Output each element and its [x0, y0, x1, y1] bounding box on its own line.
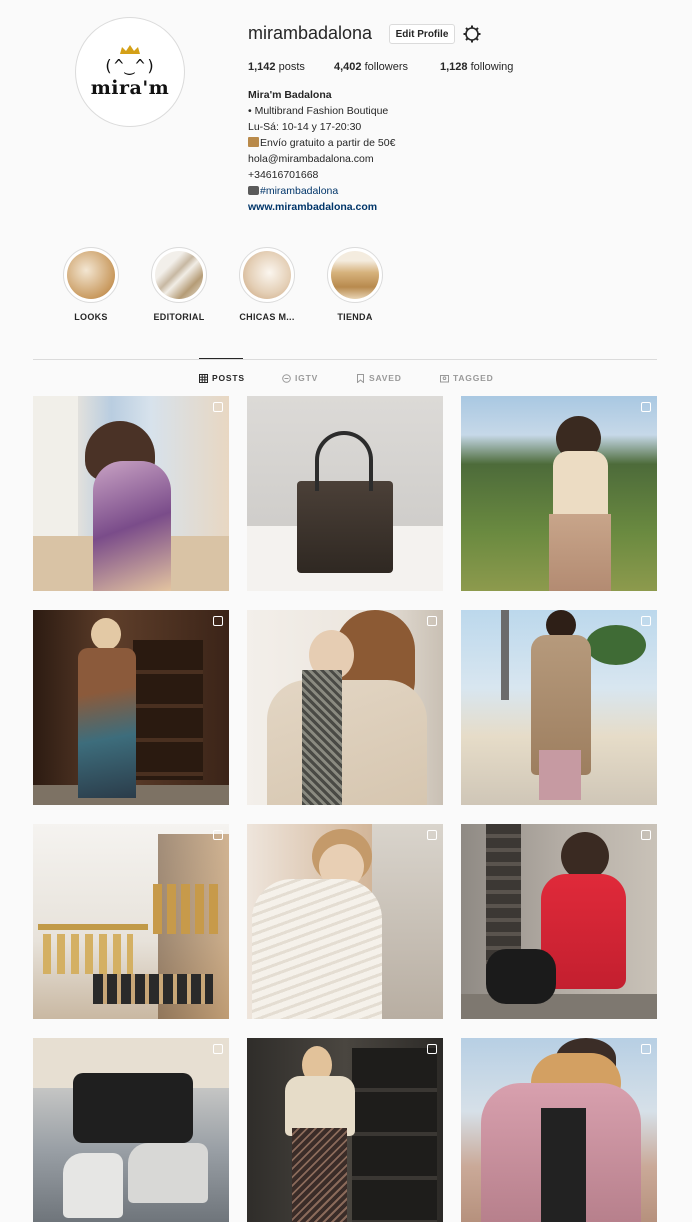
multi-post-icon [213, 1044, 223, 1054]
full-name: Mira'm Badalona [248, 89, 332, 101]
post-thumbnail[interactable] [461, 610, 657, 805]
highlight-cover [331, 251, 379, 299]
tab-tagged[interactable]: TAGGED [440, 373, 494, 383]
post-thumbnail[interactable] [247, 1038, 443, 1222]
bio-email: hola@mirambadalona.com [248, 153, 374, 165]
bio-phone: +34616701668 [248, 169, 319, 181]
post-thumbnail[interactable] [247, 610, 443, 805]
website-link[interactable]: www.mirambadalona.com [248, 199, 395, 215]
multi-post-icon [641, 830, 651, 840]
highlight-cover [155, 251, 203, 299]
multi-post-icon [641, 616, 651, 626]
username: mirambadalona [248, 23, 373, 43]
edit-profile-button[interactable]: Edit Profile [389, 24, 455, 44]
tabs-divider [33, 359, 657, 360]
multi-post-icon [427, 830, 437, 840]
multi-post-icon [213, 616, 223, 626]
post-thumbnail[interactable] [33, 610, 229, 805]
highlight-editorial[interactable]: EDITORIAL [149, 247, 209, 322]
camera-icon [248, 186, 259, 195]
tab-posts[interactable]: POSTS [199, 373, 245, 383]
tab-igtv[interactable]: IGTV [282, 373, 318, 383]
post-thumbnail[interactable] [33, 824, 229, 1019]
avatar-face: (^‿^) [103, 56, 157, 75]
multi-post-icon [427, 1044, 437, 1054]
post-thumbnail[interactable] [33, 1038, 229, 1222]
following-link[interactable]: 1,128 following [440, 61, 513, 73]
bookmark-icon [357, 373, 364, 383]
crown-icon [120, 45, 140, 54]
profile-bio: Mira'm Badalona • Multibrand Fashion Bou… [248, 87, 395, 215]
hashtag-link[interactable]: #mirambadalona [260, 185, 338, 197]
gear-icon[interactable] [462, 24, 482, 44]
posts-count: 1,142 posts [248, 61, 305, 73]
package-icon [248, 137, 259, 147]
post-thumbnail[interactable] [33, 396, 229, 591]
highlight-cover [243, 251, 291, 299]
multi-post-icon [641, 1044, 651, 1054]
avatar-brand: mira'm [90, 77, 170, 99]
bio-line: Envío gratuito a partir de 50€ [248, 135, 395, 151]
multi-post-icon [213, 830, 223, 840]
grid-icon [199, 373, 208, 383]
post-thumbnail[interactable] [461, 824, 657, 1019]
post-thumbnail[interactable] [247, 824, 443, 1019]
highlight-looks[interactable]: LOOKS [61, 247, 121, 322]
bio-line: #mirambadalona [248, 183, 395, 199]
profile-avatar[interactable]: (^‿^) mira'm [75, 17, 185, 127]
multi-post-icon [641, 402, 651, 412]
highlight-tienda[interactable]: TIENDA [325, 247, 385, 322]
multi-post-icon [213, 402, 223, 412]
bio-line: • Multibrand Fashion Boutique [248, 105, 389, 117]
active-tab-indicator [199, 358, 243, 359]
tab-saved[interactable]: SAVED [356, 373, 402, 383]
post-thumbnail[interactable] [461, 1038, 657, 1222]
highlight-chicas[interactable]: CHICAS M... [237, 247, 297, 322]
highlight-cover [67, 251, 115, 299]
post-thumbnail[interactable] [461, 396, 657, 591]
tag-icon [440, 374, 449, 382]
igtv-icon [282, 373, 291, 383]
followers-link[interactable]: 4,402 followers [334, 61, 408, 73]
post-thumbnail[interactable] [247, 396, 443, 591]
multi-post-icon [427, 616, 437, 626]
bio-line: Lu-Sá: 10-14 y 17-20:30 [248, 121, 362, 133]
